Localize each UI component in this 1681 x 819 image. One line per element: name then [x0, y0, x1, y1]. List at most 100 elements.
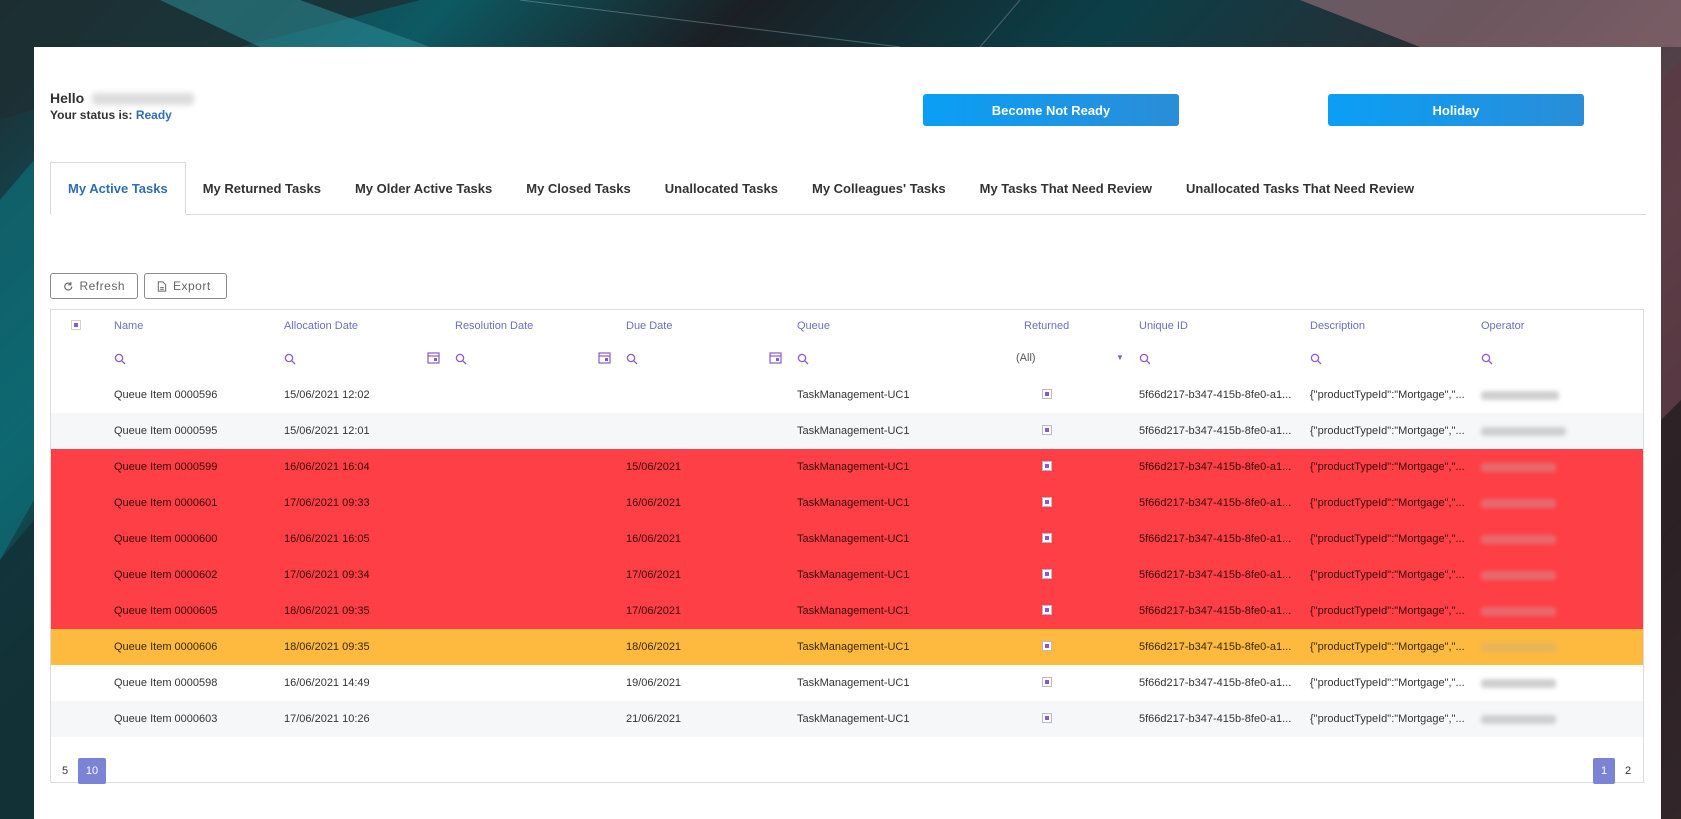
queue-filter-search-icon[interactable] — [797, 353, 809, 365]
cell-name: Queue Item 0000598 — [114, 677, 218, 689]
cell-uid: 5f66d217-b347-415b-8fe0-a1... — [1139, 461, 1292, 473]
cell-allocation: 17/06/2021 10:26 — [284, 713, 370, 725]
select-all-checkbox[interactable] — [71, 320, 81, 330]
page-size-5[interactable]: 5 — [51, 758, 79, 784]
cell-desc: {"productTypeId":"Mortgage","... — [1310, 569, 1465, 581]
tab-unallocated-tasks-need-review[interactable]: Unallocated Tasks That Need Review — [1169, 162, 1431, 214]
cell-queue: TaskManagement-UC1 — [797, 497, 910, 509]
cell-queue: TaskManagement-UC1 — [797, 605, 910, 617]
page-2[interactable]: 2 — [1617, 758, 1639, 784]
cell-due: 15/06/2021 — [626, 461, 682, 473]
user-status: Your status is: Ready — [50, 108, 172, 122]
table-row[interactable]: Queue Item 0000601 17/06/2021 09:33 16/06/… — [51, 485, 1643, 521]
resolution-filter-search-icon[interactable] — [455, 353, 467, 365]
cell-name: Queue Item 0000595 — [114, 425, 218, 437]
tab-my-colleagues-tasks[interactable]: My Colleagues' Tasks — [795, 162, 963, 214]
tab-my-active-tasks[interactable]: My Active Tasks — [50, 162, 186, 215]
export-button[interactable]: Export — [144, 273, 227, 299]
returned-checkbox — [1042, 425, 1052, 435]
col-header-resolution-date[interactable]: Resolution Date — [455, 320, 533, 332]
returned-checkbox — [1042, 389, 1052, 399]
user-name-redacted — [92, 93, 195, 106]
table-row[interactable]: Queue Item 0000605 18/06/2021 09:35 17/06/… — [51, 593, 1643, 629]
refresh-label: Refresh — [79, 279, 125, 293]
cell-name: Queue Item 0000600 — [114, 533, 218, 545]
due-filter-search-icon[interactable] — [626, 353, 638, 365]
task-tabs: My Active Tasks My Returned Tasks My Old… — [50, 162, 1646, 215]
tab-my-older-active-tasks[interactable]: My Older Active Tasks — [338, 162, 509, 214]
cell-desc: {"productTypeId":"Mortgage","... — [1310, 677, 1465, 689]
cell-allocation: 15/06/2021 12:02 — [284, 389, 370, 401]
cell-due: 16/06/2021 — [626, 533, 682, 545]
become-not-ready-button[interactable]: Become Not Ready — [923, 94, 1179, 126]
cell-allocation: 17/06/2021 09:34 — [284, 569, 370, 581]
returned-filter-select[interactable]: (All) ▼ — [1016, 352, 1124, 364]
table-row[interactable]: Queue Item 0000598 16/06/2021 14:49 19/06/… — [51, 665, 1643, 701]
cell-queue: TaskManagement-UC1 — [797, 569, 910, 581]
allocation-calendar-icon[interactable] — [427, 351, 440, 364]
resolution-calendar-icon[interactable] — [598, 351, 611, 364]
cell-desc: {"productTypeId":"Mortgage","... — [1310, 389, 1465, 401]
returned-checkbox — [1042, 713, 1052, 723]
page-1[interactable]: 1 — [1593, 758, 1615, 784]
operator-filter-search-icon[interactable] — [1481, 353, 1493, 365]
cell-name: Queue Item 0000602 — [114, 569, 218, 581]
cell-desc: {"productTypeId":"Mortgage","... — [1310, 461, 1465, 473]
cell-desc: {"productTypeId":"Mortgage","... — [1310, 425, 1465, 437]
cell-queue: TaskManagement-UC1 — [797, 425, 910, 437]
table-row[interactable]: Queue Item 0000606 18/06/2021 09:35 18/06/… — [51, 629, 1643, 665]
refresh-icon — [64, 281, 73, 291]
cell-name: Queue Item 0000603 — [114, 713, 218, 725]
cell-queue: TaskManagement-UC1 — [797, 677, 910, 689]
table-row[interactable]: Queue Item 0000603 17/06/2021 10:26 21/06/… — [51, 701, 1643, 737]
table-row[interactable]: Queue Item 0000600 16/06/2021 16:05 16/06/… — [51, 521, 1643, 557]
greeting-text: Hello — [50, 90, 85, 106]
main-card: Hello Your status is: Ready Become Not R… — [34, 47, 1661, 819]
table-row[interactable]: Queue Item 0000599 16/06/2021 16:04 15/06/… — [51, 449, 1643, 485]
cell-due: 17/06/2021 — [626, 605, 682, 617]
name-filter-search-icon[interactable] — [114, 353, 126, 365]
greeting: Hello — [50, 90, 195, 106]
table-row[interactable]: Queue Item 0000595 15/06/2021 12:01 TaskMa… — [51, 413, 1643, 449]
operator-redacted — [1481, 607, 1556, 616]
cell-queue: TaskManagement-UC1 — [797, 461, 910, 473]
operator-redacted — [1481, 391, 1559, 400]
col-header-name[interactable]: Name — [114, 320, 143, 332]
cell-uid: 5f66d217-b347-415b-8fe0-a1... — [1139, 497, 1292, 509]
cell-due: 21/06/2021 — [626, 713, 682, 725]
cell-uid: 5f66d217-b347-415b-8fe0-a1... — [1139, 677, 1292, 689]
col-header-queue[interactable]: Queue — [797, 320, 830, 332]
cell-queue: TaskManagement-UC1 — [797, 713, 910, 725]
col-header-operator[interactable]: Operator — [1481, 320, 1524, 332]
cell-uid: 5f66d217-b347-415b-8fe0-a1... — [1139, 641, 1292, 653]
table-row[interactable]: Queue Item 0000596 15/06/2021 12:02 TaskMa… — [51, 377, 1643, 413]
tasks-grid: Name Allocation Date Resolution Date Due… — [50, 309, 1644, 784]
cell-allocation: 18/06/2021 09:35 — [284, 641, 370, 653]
holiday-button[interactable]: Holiday — [1328, 94, 1584, 126]
cell-due: 18/06/2021 — [626, 641, 682, 653]
cell-queue: TaskManagement-UC1 — [797, 641, 910, 653]
col-header-description[interactable]: Description — [1310, 320, 1365, 332]
cell-due: 16/06/2021 — [626, 497, 682, 509]
col-header-allocation-date[interactable]: Allocation Date — [284, 320, 358, 332]
returned-checkbox — [1042, 605, 1052, 615]
page-size-10[interactable]: 10 — [78, 758, 106, 784]
description-filter-search-icon[interactable] — [1310, 353, 1322, 365]
tab-my-tasks-need-review[interactable]: My Tasks That Need Review — [963, 162, 1169, 214]
tab-unallocated-tasks[interactable]: Unallocated Tasks — [648, 162, 795, 214]
tab-my-returned-tasks[interactable]: My Returned Tasks — [186, 162, 338, 214]
col-header-returned[interactable]: Returned — [1024, 320, 1069, 332]
due-calendar-icon[interactable] — [769, 351, 782, 364]
cell-desc: {"productTypeId":"Mortgage","... — [1310, 713, 1465, 725]
col-header-unique-id[interactable]: Unique ID — [1139, 320, 1188, 332]
cell-due: 17/06/2021 — [626, 569, 682, 581]
col-header-due-date[interactable]: Due Date — [626, 320, 672, 332]
cell-allocation: 16/06/2021 16:05 — [284, 533, 370, 545]
refresh-button[interactable]: Refresh — [50, 273, 138, 299]
tab-my-closed-tasks[interactable]: My Closed Tasks — [509, 162, 648, 214]
uid-filter-search-icon[interactable] — [1139, 353, 1151, 365]
chevron-down-icon: ▼ — [1116, 353, 1124, 362]
table-row[interactable]: Queue Item 0000602 17/06/2021 09:34 17/06/… — [51, 557, 1643, 593]
cell-allocation: 16/06/2021 14:49 — [284, 677, 370, 689]
allocation-filter-search-icon[interactable] — [284, 353, 296, 365]
